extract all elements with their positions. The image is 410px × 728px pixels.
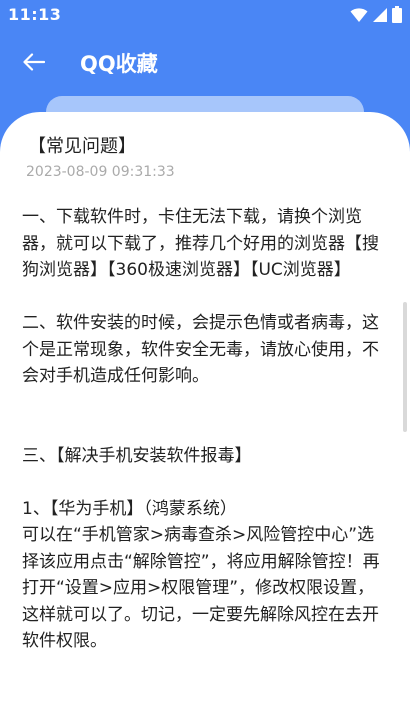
status-bar: 11:13 [0,0,410,30]
content-card[interactable]: 【常见问题】 2023-08-09 09:31:33 一、下载软件时，卡住无法下… [0,112,410,728]
post-body: 一、下载软件时，卡住无法下载，请换个浏览器，就可以下载了，推荐几个好用的浏览器【… [22,207,380,651]
app-bar: QQ收藏 [0,30,410,94]
status-icons [350,6,402,23]
scrollbar-thumb[interactable] [403,302,407,432]
back-button[interactable] [14,44,54,80]
post-title: 【常见问题】 [28,136,136,157]
battery-icon [392,6,402,23]
status-time: 11:13 [8,5,62,24]
arrow-left-icon [23,53,45,71]
wifi-icon [350,7,368,22]
post-timestamp: 2023-08-09 09:31:33 [26,164,175,180]
page-title: QQ收藏 [80,52,158,76]
signal-icon [373,7,387,22]
